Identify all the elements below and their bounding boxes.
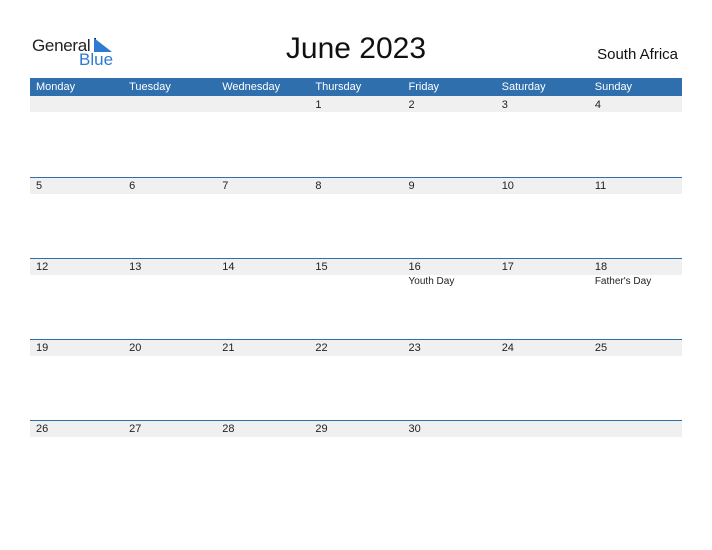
day-cell: 14 [216,258,309,339]
week-row: 5 6 7 8 9 10 11 [30,177,682,258]
day-number: 2 [408,99,415,111]
day-number: 21 [222,342,235,354]
day-cell: 20 [123,339,216,420]
day-number: 11 [594,180,607,192]
day-number: 4 [594,99,601,111]
day-number: 7 [222,180,229,192]
day-number: 13 [129,261,142,273]
day-cell: 16 Youth Day [403,258,496,339]
day-number: 5 [36,180,43,192]
day-cell: 28 [216,420,309,501]
day-number: 12 [36,261,49,273]
day-cell: 7 [216,177,309,258]
day-number: 15 [315,261,328,273]
day-cell: 29 [309,420,402,501]
day-cell: 17 [496,258,589,339]
week-row: 1 2 3 4 [30,96,682,177]
country-label: South Africa [597,46,678,63]
day-cell: 11 [589,177,682,258]
day-cell [30,96,123,177]
day-cell: 15 [309,258,402,339]
day-number: 22 [315,342,328,354]
weekday-monday: Monday [36,81,76,93]
day-cell: 9 [403,177,496,258]
day-number: 14 [222,261,235,273]
day-cell [123,96,216,177]
weekday-sunday: Sunday [594,81,633,93]
day-number: 29 [315,423,328,435]
day-cell: 26 [30,420,123,501]
day-cell: 3 [496,96,589,177]
day-cell: 8 [309,177,402,258]
week-row: 12 13 14 15 16 Youth Day 17 18 Father's Day [30,258,682,339]
day-number: 9 [408,180,415,192]
day-cell: 25 [589,339,682,420]
day-number: 10 [501,180,514,192]
day-cell [589,420,682,501]
day-cell: 6 [123,177,216,258]
day-cell: 18 Father's Day [589,258,682,339]
day-cell: 21 [216,339,309,420]
day-cell: 2 [403,96,496,177]
day-cell: 19 [30,339,123,420]
day-cell [496,420,589,501]
day-cell: 23 [403,339,496,420]
weekday-thursday: Thursday [315,81,362,93]
day-number: 18 [594,261,608,273]
day-number: 23 [408,342,421,354]
day-cell: 22 [309,339,402,420]
weekday-saturday: Saturday [501,81,546,93]
weekday-tuesday: Tuesday [129,81,171,93]
day-cell: 4 [589,96,682,177]
day-number: 3 [501,99,508,111]
day-cell: 13 [123,258,216,339]
day-number: 17 [501,261,514,273]
week-row: 26 27 28 29 30 [30,420,682,501]
day-cell: 12 [30,258,123,339]
weekday-friday: Friday [408,81,440,93]
holiday-label: Father's Day [594,276,652,287]
day-number: 26 [36,423,49,435]
day-number: 6 [129,180,136,192]
holiday-label: Youth Day [408,276,455,287]
day-number: 8 [315,180,322,192]
weekday-wednesday: Wednesday [222,81,281,93]
day-cell: 5 [30,177,123,258]
day-number: 24 [501,342,514,354]
day-number: 16 [408,261,421,273]
week-row: 19 20 21 22 23 24 25 [30,339,682,420]
weekday-header: Monday Tuesday Wednesday Thursday Friday… [30,78,682,96]
day-number: 20 [129,342,142,354]
day-number: 1 [315,99,322,111]
day-cell: 30 [403,420,496,501]
day-cell [216,96,309,177]
day-number: 30 [408,423,421,435]
day-number: 28 [222,423,235,435]
day-cell: 1 [309,96,402,177]
day-number: 25 [594,342,608,354]
day-number: 19 [36,342,49,354]
day-cell: 27 [123,420,216,501]
day-cell: 10 [496,177,589,258]
day-number: 27 [129,423,142,435]
day-cell: 24 [496,339,589,420]
